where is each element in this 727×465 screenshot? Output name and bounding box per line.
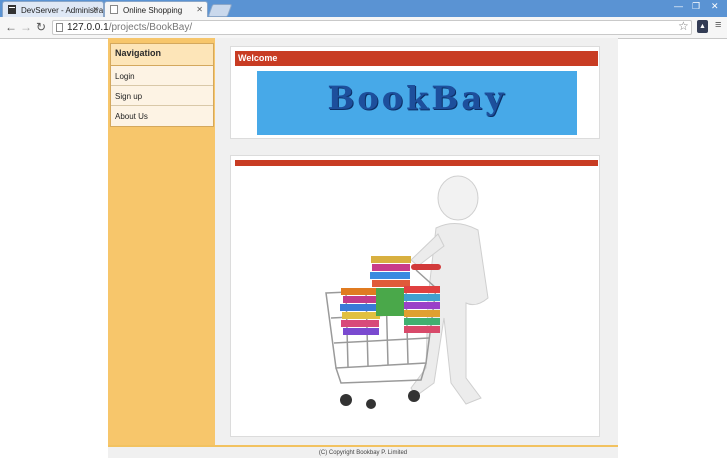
welcome-panel: Welcome BookBay [230, 46, 600, 139]
footer-copyright: (C) Copyright Bookbay P. Limited [318, 450, 408, 456]
back-arrow-icon[interactable]: ← [5, 20, 17, 34]
navigation-box: Navigation Login Sign up About Us [110, 43, 214, 127]
shopping-cart-books-illustration [325, 175, 489, 409]
browser-tab-strip: DevServer - Administratio ✕ Online Shopp… [0, 0, 727, 17]
tab-devserver[interactable]: DevServer - Administratio ✕ [2, 1, 104, 17]
page-icon [56, 23, 63, 32]
server-icon [8, 5, 16, 14]
restore-icon[interactable]: ❐ [692, 1, 700, 12]
minimize-icon[interactable]: — [674, 1, 683, 11]
tab-title: Online Shopping [123, 6, 183, 15]
hero-panel [230, 155, 600, 437]
panel-header-bar [235, 160, 598, 166]
new-tab-button[interactable] [207, 4, 233, 17]
bookmark-star-icon[interactable]: ☆ [678, 19, 689, 33]
address-path: /projects/BookBay/ [108, 22, 193, 33]
close-icon[interactable]: ✕ [92, 5, 99, 14]
nav-link-about-us[interactable]: About Us [111, 106, 213, 126]
nav-link-login[interactable]: Login [111, 66, 213, 86]
address-host: 127.0.0.1 [67, 22, 109, 33]
bookbay-logo-banner: BookBay [257, 71, 577, 135]
browser-toolbar: ← → ↻ 127.0.0.1/projects/BookBay/ [0, 17, 727, 39]
close-icon[interactable]: ✕ [196, 5, 203, 14]
menu-icon[interactable]: ≡ [715, 19, 721, 31]
tab-online-shopping[interactable]: Online Shopping ✕ [104, 1, 208, 17]
extension-icon[interactable]: ▲ [697, 20, 708, 33]
navigation-heading: Navigation [111, 44, 213, 66]
footer-divider [108, 445, 618, 447]
logo-text: BookBay [327, 79, 507, 117]
forward-arrow-icon[interactable]: → [20, 20, 32, 34]
nav-link-sign-up[interactable]: Sign up [111, 86, 213, 106]
close-window-icon[interactable]: ✕ [711, 1, 719, 12]
welcome-heading: Welcome [235, 51, 598, 66]
address-bar[interactable]: 127.0.0.1/projects/BookBay/ [52, 20, 692, 35]
page-icon [110, 5, 118, 14]
reload-icon[interactable]: ↻ [36, 20, 46, 34]
